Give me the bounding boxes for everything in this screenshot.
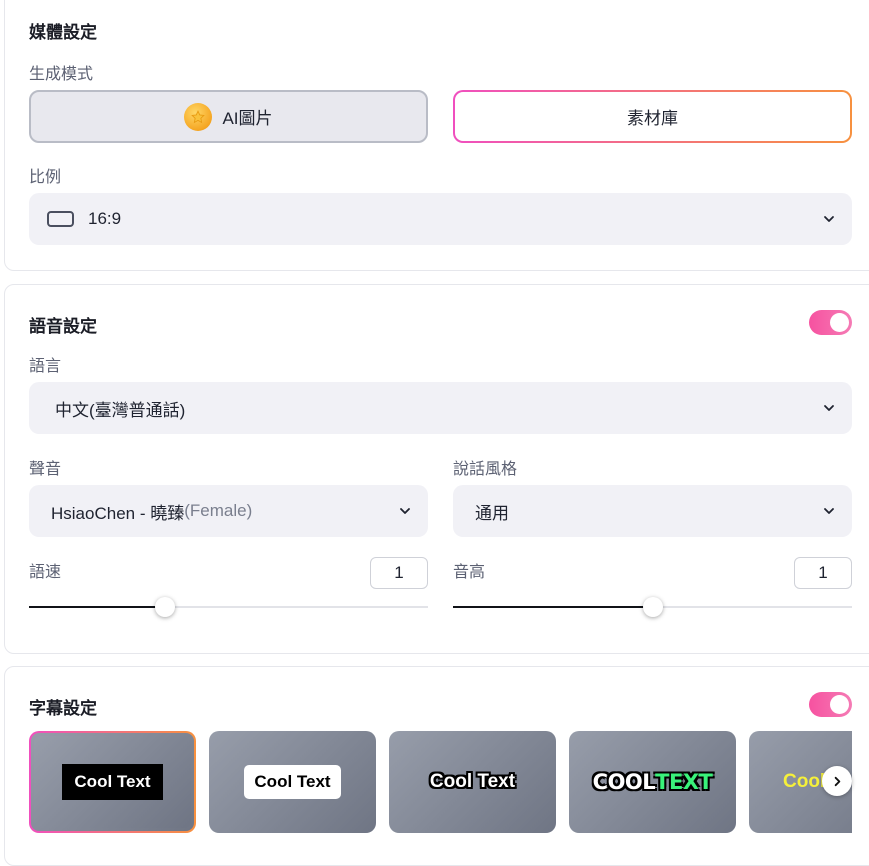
aspect-ratio-icon (47, 211, 74, 227)
ai-image-label: AI圖片 (222, 109, 273, 128)
generation-mode-label: 生成模式 (29, 66, 94, 83)
pitch-slider[interactable] (453, 596, 852, 618)
subtitle-style-option[interactable]: Cool Text (29, 731, 196, 833)
subtitle-style-option[interactable]: Cool Text (209, 731, 376, 833)
voice-toggle[interactable] (809, 310, 852, 335)
ratio-select[interactable]: 16:9 (29, 193, 852, 245)
subtitle-style-option[interactable]: Cool Text (389, 731, 556, 833)
subtitle-style-option[interactable]: COOL TEXT (569, 731, 736, 833)
voice-select[interactable]: HsiaoChen - 曉臻 (Female) (29, 485, 428, 537)
subtitle-sample-text: Cool Text (62, 764, 163, 800)
subtitle-sample-text-accent: TEXT (655, 770, 713, 794)
asset-library-label: 素材庫 (627, 109, 678, 128)
subtitle-sample-text: COOL (592, 770, 656, 794)
slider-thumb[interactable] (154, 597, 175, 617)
speed-slider[interactable] (29, 596, 428, 618)
subtitle-sample-text: Cool Text (429, 771, 516, 792)
language-value: 中文(臺灣普通話) (55, 400, 186, 420)
voice-settings-title: 語音設定 (29, 317, 97, 336)
media-settings-title: 媒體設定 (29, 23, 97, 42)
language-label: 語言 (29, 358, 62, 375)
subtitle-sample-text: Cool Text (244, 765, 341, 799)
subtitle-sample-text: Cool (783, 771, 826, 792)
chevron-down-icon (400, 508, 410, 514)
toggle-knob (830, 313, 849, 332)
pitch-label: 音高 (453, 564, 486, 581)
slider-fill (453, 606, 653, 608)
chevron-down-icon (824, 508, 834, 514)
speaking-style-label: 說話風格 (453, 461, 518, 478)
toggle-knob (830, 695, 849, 714)
slider-thumb[interactable] (642, 597, 663, 617)
speaking-style-value: 通用 (475, 503, 509, 523)
speed-input[interactable]: 1 (370, 557, 428, 589)
chevron-down-icon (824, 405, 834, 411)
ai-image-mode-button[interactable]: AI圖片 (29, 90, 428, 143)
coin-icon (184, 102, 213, 131)
ratio-value: 16:9 (88, 209, 122, 228)
subtitle-toggle[interactable] (809, 692, 852, 717)
speaking-style-select[interactable]: 通用 (453, 485, 852, 537)
speed-label: 語速 (29, 564, 62, 581)
voice-label: 聲音 (29, 461, 62, 478)
voice-name: HsiaoChen - 曉臻 (51, 503, 185, 523)
voice-gender: (Female) (184, 501, 253, 520)
ratio-label: 比例 (29, 169, 62, 186)
asset-library-mode-button[interactable]: 素材庫 (453, 90, 852, 143)
slider-fill (29, 606, 165, 608)
pitch-input[interactable]: 1 (794, 557, 852, 589)
chevron-right-icon (834, 776, 840, 786)
subtitle-settings-title: 字幕設定 (29, 699, 97, 718)
subtitle-preview: Cool Text (34, 736, 191, 828)
chevron-down-icon (824, 216, 834, 222)
language-select[interactable]: 中文(臺灣普通話) (29, 382, 852, 434)
carousel-next-button[interactable] (822, 766, 852, 796)
